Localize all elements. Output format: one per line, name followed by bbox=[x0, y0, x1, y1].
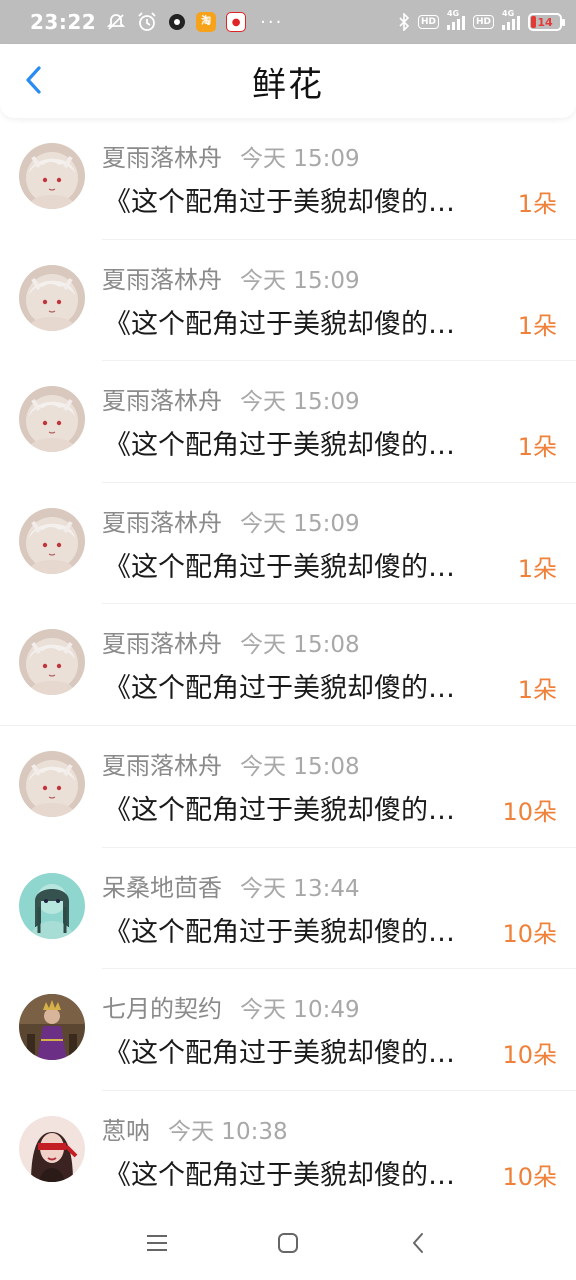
flower-count: 10朵 bbox=[502, 1162, 557, 1191]
sender-line: 蒽呐 今天 10:38 bbox=[102, 1111, 288, 1146]
home-button[interactable] bbox=[268, 1230, 308, 1260]
avatar[interactable] bbox=[19, 872, 85, 939]
back-icon bbox=[411, 1232, 425, 1258]
avatar[interactable] bbox=[19, 386, 85, 453]
sender-name: 夏雨落林舟 bbox=[102, 265, 222, 294]
flower-count: 1朵 bbox=[517, 554, 557, 583]
list-item[interactable]: 夏雨落林舟 今天 15:08 《这个配角过于美貌却傻的… 10朵 bbox=[0, 726, 576, 848]
alarm-icon bbox=[136, 11, 158, 33]
status-time: 23:22 bbox=[30, 10, 97, 34]
flower-count: 10朵 bbox=[502, 797, 557, 826]
network-type: 4G bbox=[446, 9, 460, 18]
battery-icon: 14 bbox=[528, 13, 565, 31]
sender-name: 夏雨落林舟 bbox=[102, 630, 222, 659]
message-preview: 《这个配角过于美貌却傻的… bbox=[104, 187, 455, 218]
battery-level: 14 bbox=[537, 15, 553, 29]
message-preview: 《这个配角过于美貌却傻的… bbox=[104, 1038, 455, 1070]
list-item[interactable]: 呆桑地茴香 今天 13:44 《这个配角过于美貌却傻的… 10朵 bbox=[0, 848, 576, 970]
message-preview: 《这个配角过于美貌却傻的… bbox=[104, 551, 455, 583]
list-item[interactable]: 七月的契约 今天 10:49 《这个配角过于美貌却傻的… 10朵 bbox=[0, 969, 576, 1091]
message-preview: 《这个配角过于美貌却傻的… bbox=[104, 1159, 455, 1191]
status-bar-left: 23:22 淘 ● ··· bbox=[30, 10, 283, 34]
timestamp: 今天 13:44 bbox=[240, 875, 360, 902]
avatar[interactable] bbox=[19, 507, 85, 574]
mute-icon bbox=[106, 12, 126, 32]
sender-line: 夏雨落林舟 今天 15:08 bbox=[102, 624, 360, 659]
flower-count: 1朵 bbox=[517, 433, 557, 462]
back-button[interactable] bbox=[16, 64, 52, 100]
page-title: 鲜花 bbox=[252, 64, 324, 105]
home-icon bbox=[277, 1232, 299, 1258]
app-icon bbox=[168, 13, 186, 31]
status-bar: 23:22 淘 ● ··· HD 4G HD 4G 14 bbox=[0, 0, 576, 44]
signal-icon-2: 4G bbox=[502, 9, 520, 30]
message-preview: 《这个配角过于美貌却傻的… bbox=[104, 916, 455, 948]
sender-name: 蒽呐 bbox=[102, 1116, 150, 1145]
message-preview: 《这个配角过于美貌却傻的… bbox=[104, 308, 455, 340]
sender-name: 夏雨落林舟 bbox=[102, 144, 222, 172]
list-item[interactable]: 夏雨落林舟 今天 15:09 《这个配角过于美貌却傻的… 1朵 bbox=[0, 361, 576, 483]
timestamp: 今天 15:08 bbox=[240, 632, 360, 659]
avatar[interactable] bbox=[19, 629, 85, 696]
sender-line: 夏雨落林舟 今天 15:09 bbox=[102, 260, 360, 295]
menu-button[interactable] bbox=[137, 1230, 177, 1260]
sender-line: 夏雨落林舟 今天 15:09 bbox=[102, 503, 360, 538]
list-item[interactable]: 蒽呐 今天 10:38 《这个配角过于美貌却傻的… 10朵 bbox=[0, 1091, 576, 1213]
timestamp: 今天 15:09 bbox=[240, 146, 360, 172]
message-preview: 《这个配角过于美貌却傻的… bbox=[104, 430, 455, 462]
hd-badge-2: HD bbox=[472, 15, 494, 29]
network-type-2: 4G bbox=[502, 9, 515, 18]
flower-count: 1朵 bbox=[517, 190, 557, 218]
sender-line: 夏雨落林舟 今天 15:09 bbox=[102, 381, 360, 416]
timestamp: 今天 15:09 bbox=[240, 510, 360, 537]
timestamp: 今天 15:08 bbox=[240, 753, 360, 780]
list-item[interactable]: 夏雨落林舟 今天 15:09 《这个配角过于美貌却傻的… 1朵 bbox=[0, 483, 576, 605]
more-notifications-icon: ··· bbox=[260, 11, 284, 33]
timestamp: 今天 15:09 bbox=[240, 389, 360, 416]
sender-name: 夏雨落林舟 bbox=[102, 751, 222, 780]
list-item[interactable]: 夏雨落林舟 今天 15:08 《这个配角过于美貌却傻的… 1朵 bbox=[0, 604, 576, 726]
timestamp: 今天 10:49 bbox=[240, 997, 360, 1024]
sender-line: 七月的契约 今天 10:49 bbox=[102, 989, 360, 1024]
sender-line: 呆桑地茴香 今天 13:44 bbox=[102, 868, 360, 903]
sender-name: 呆桑地茴香 bbox=[102, 873, 222, 902]
flower-count: 1朵 bbox=[517, 311, 557, 340]
message-preview: 《这个配角过于美貌却傻的… bbox=[104, 673, 455, 705]
sender-name: 夏雨落林舟 bbox=[102, 387, 222, 416]
chevron-left-icon bbox=[24, 65, 44, 99]
status-bar-right: HD 4G HD 4G 14 bbox=[398, 9, 565, 31]
navigation-bar bbox=[0, 1210, 576, 1280]
sender-name: 七月的契约 bbox=[102, 995, 222, 1024]
flower-gift-list: 夏雨落林舟 今天 15:09 《这个配角过于美貌却傻的… 1朵 夏雨落林舟 今天 15:0… bbox=[0, 118, 576, 1212]
list-item[interactable]: 夏雨落林舟 今天 15:09 《这个配角过于美貌却傻的… 1朵 bbox=[0, 240, 576, 362]
timestamp: 今天 15:09 bbox=[240, 267, 360, 294]
header: 鲜花 bbox=[0, 44, 576, 118]
avatar[interactable] bbox=[19, 994, 85, 1061]
menu-icon bbox=[146, 1233, 168, 1257]
nav-back-button[interactable] bbox=[398, 1230, 438, 1260]
bluetooth-icon bbox=[398, 13, 410, 31]
list-item[interactable]: 夏雨落林舟 今天 15:09 《这个配角过于美貌却傻的… 1朵 bbox=[0, 118, 576, 240]
taobao-icon: 淘 bbox=[196, 12, 217, 32]
message-preview: 《这个配角过于美貌却傻的… bbox=[104, 794, 455, 826]
hd-badge: HD bbox=[417, 15, 439, 29]
sender-name: 夏雨落林舟 bbox=[102, 508, 222, 537]
flower-count: 10朵 bbox=[502, 919, 557, 948]
signal-icon: 4G bbox=[446, 9, 465, 30]
flower-count: 1朵 bbox=[517, 676, 557, 705]
avatar[interactable] bbox=[19, 264, 85, 331]
sender-line: 夏雨落林舟 今天 15:09 bbox=[102, 138, 360, 173]
avatar[interactable] bbox=[19, 143, 85, 209]
flower-count: 10朵 bbox=[502, 1041, 557, 1070]
timestamp: 今天 10:38 bbox=[168, 1118, 288, 1145]
avatar[interactable] bbox=[19, 1115, 85, 1182]
sender-line: 夏雨落林舟 今天 15:08 bbox=[102, 746, 360, 781]
avatar[interactable] bbox=[19, 750, 85, 817]
redbag-icon: ● bbox=[226, 12, 247, 32]
